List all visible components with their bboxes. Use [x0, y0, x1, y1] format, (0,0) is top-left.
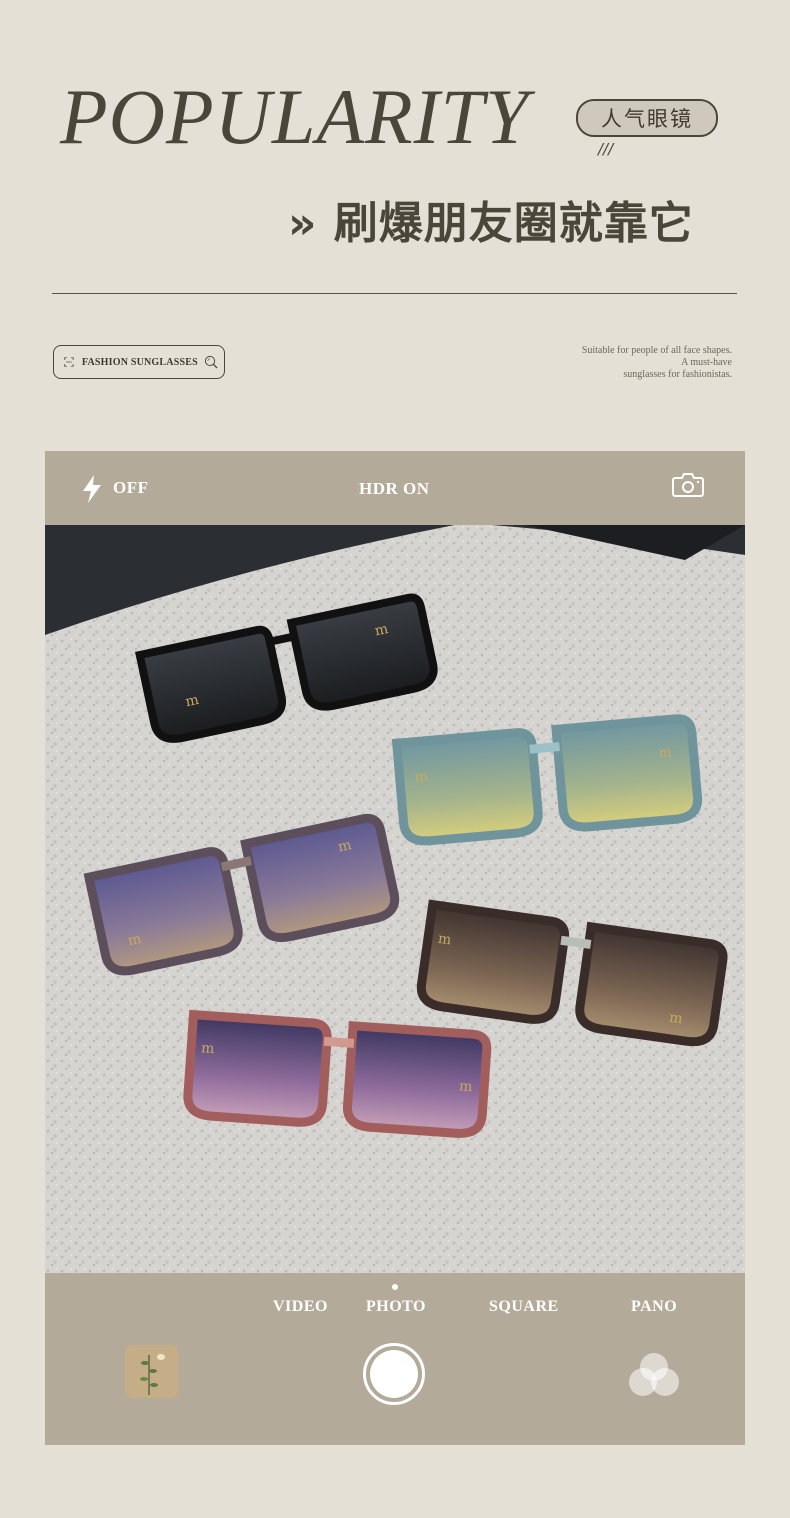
flash-status[interactable]: OFF	[113, 478, 149, 498]
mode-video[interactable]: VIDEO	[273, 1298, 328, 1316]
shutter-inner	[370, 1350, 418, 1398]
sunglasses-photo: m m m m m m m m m m	[45, 525, 745, 1273]
product-note: Suitable for people of all face shapes. …	[582, 345, 732, 381]
mode-pano[interactable]: PANO	[631, 1298, 677, 1316]
plant-thumbnail-icon	[125, 1345, 178, 1398]
viewfinder-photo: m m m m m m m m m m	[45, 525, 745, 1273]
camera-icon[interactable]	[672, 472, 704, 498]
mode-square[interactable]: SQUARE	[489, 1298, 559, 1316]
search-icon	[204, 355, 218, 369]
svg-text:m: m	[437, 931, 452, 949]
svg-text:m: m	[658, 744, 673, 761]
svg-text:m: m	[414, 769, 429, 786]
divider	[52, 293, 737, 294]
scan-icon	[64, 357, 74, 367]
lightning-icon[interactable]	[81, 474, 103, 504]
active-mode-dot	[392, 1284, 398, 1290]
svg-text:m: m	[201, 1040, 215, 1057]
camera-top-bar: OFF HDR ON	[45, 451, 745, 525]
svg-text:m: m	[459, 1078, 473, 1095]
camera-bottom-bar: VIDEO PHOTO SQUARE PANO	[45, 1273, 745, 1445]
fashion-sunglasses-tag[interactable]: FASHION SUNGLASSES	[53, 345, 225, 379]
note-line-3: sunglasses for fashionistas.	[623, 369, 732, 380]
mode-photo[interactable]: PHOTO	[366, 1298, 426, 1316]
headline: POPULARITY	[60, 73, 530, 160]
gallery-thumbnail[interactable]	[125, 1345, 178, 1398]
subtitle: » 刷爆朋友圈就靠它	[288, 198, 694, 249]
decorative-slashes: ///	[598, 140, 614, 158]
note-line-2: A must-have	[681, 357, 732, 368]
tag-label: FASHION SUNGLASSES	[81, 356, 198, 368]
shutter-button[interactable]	[363, 1343, 425, 1405]
note-line-1: Suitable for people of all face shapes.	[581, 345, 732, 356]
filters-icon[interactable]	[627, 1351, 681, 1399]
category-badge: 人气眼镜	[576, 99, 718, 137]
svg-text:m: m	[668, 1010, 683, 1028]
hdr-toggle[interactable]: HDR ON	[359, 479, 430, 499]
